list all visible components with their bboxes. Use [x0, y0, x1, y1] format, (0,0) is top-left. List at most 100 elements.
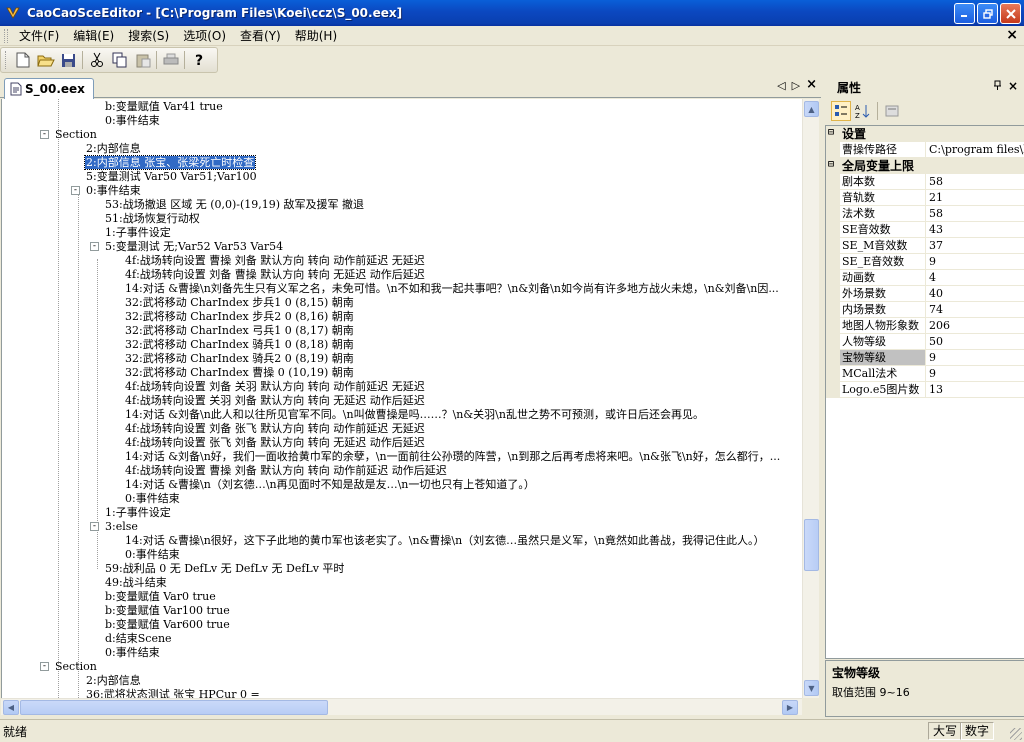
property-value[interactable]: 74	[926, 302, 1024, 318]
property-value[interactable]: 9	[926, 254, 1024, 270]
property-row[interactable]: Logo.e5图片数 13	[826, 382, 1024, 398]
tree-node[interactable]: 0:事件结束	[104, 114, 161, 128]
tree-node[interactable]: 32:武将移动 CharIndex 骑兵2 0 (8,19) 朝南	[124, 352, 355, 366]
menu-view[interactable]: 查看(Y)	[233, 27, 288, 45]
tree-node[interactable]: 5:变量测试 Var50 Var51;Var100	[85, 170, 258, 184]
categorized-view-icon[interactable]	[831, 101, 851, 121]
tree-node[interactable]: 14:对话 &曹操\n刘备先生只有义军之名，未免可惜。\n不如和我一起共事吧？\…	[124, 282, 780, 296]
tree-node[interactable]: - Section	[40, 660, 98, 674]
property-row[interactable]: 人物等级 50	[826, 334, 1024, 350]
property-value[interactable]: 4	[926, 270, 1024, 286]
tab-scroll-right-icon[interactable]: ▷	[792, 79, 800, 92]
property-category[interactable]: ⊟ 全局变量上限	[826, 158, 1024, 174]
property-value[interactable]: 21	[926, 190, 1024, 206]
property-category[interactable]: ⊟ 设置	[826, 126, 1024, 142]
pin-icon[interactable]	[993, 80, 1002, 93]
restore-button[interactable]	[977, 3, 998, 24]
mdi-close-icon[interactable]: ×	[1006, 27, 1018, 43]
cut-icon[interactable]	[85, 49, 108, 71]
tree-node[interactable]: 32:武将移动 CharIndex 步兵1 0 (8,15) 朝南	[124, 296, 355, 310]
tree-vertical-scrollbar[interactable]: ▲ ▼	[802, 99, 819, 698]
tree-node[interactable]: 32:武将移动 CharIndex 步兵2 0 (8,16) 朝南	[124, 310, 355, 324]
tree-node[interactable]: -0:事件结束	[71, 184, 142, 198]
vertical-scroll-thumb[interactable]	[804, 519, 819, 571]
category-collapse-icon[interactable]: ⊟	[828, 128, 837, 138]
tree-node[interactable]: 14:对话 &曹操\n很好，这下子此地的黄巾军也该老实了。\n&曹操\n（刘玄德…	[124, 534, 765, 548]
horizontal-scroll-thumb[interactable]	[20, 700, 328, 715]
tree-node[interactable]: 0:事件结束	[124, 548, 181, 562]
property-value[interactable]: 58	[926, 174, 1024, 190]
property-row[interactable]: MCall法术 9	[826, 366, 1024, 382]
property-row[interactable]: 地图人物形象数 206	[826, 318, 1024, 334]
property-value[interactable]: 58	[926, 206, 1024, 222]
tree-node[interactable]: 14:对话 &刘备\n好，我们一面收拾黄巾军的余孽，\n一面前往公孙瓒的阵营，\…	[124, 450, 781, 464]
property-row[interactable]: 内场景数 74	[826, 302, 1024, 318]
property-value[interactable]: 50	[926, 334, 1024, 350]
new-file-icon[interactable]	[11, 49, 34, 71]
property-value[interactable]: 43	[926, 222, 1024, 238]
property-row[interactable]: 音轨数 21	[826, 190, 1024, 206]
tree-node[interactable]: 1:子事件设定	[104, 506, 172, 520]
property-row[interactable]: 动画数 4	[826, 270, 1024, 286]
property-value[interactable]: 40	[926, 286, 1024, 302]
tree-node[interactable]: 4f:战场转向设置 关羽 刘备 默认方向 转向 无延迟 动作后延迟	[124, 394, 426, 408]
tree-expander-icon[interactable]: -	[40, 130, 49, 139]
tree-node[interactable]: 51:战场恢复行动权	[104, 212, 201, 226]
property-row[interactable]: 法术数 58	[826, 206, 1024, 222]
scroll-down-arrow-icon[interactable]: ▼	[804, 680, 819, 696]
menu-options[interactable]: 选项(O)	[176, 27, 233, 45]
tree-node[interactable]: b:变量赋值 Var0 true	[104, 590, 217, 604]
tree-node[interactable]: - Section	[40, 128, 98, 142]
menu-file[interactable]: 文件(F)	[12, 27, 66, 45]
tree-node[interactable]: 14:对话 &曹操\n（刘玄德…\n再见面时不知是敌是友…\n一切也只有上苍知道…	[124, 478, 536, 492]
tree-node[interactable]: b:变量赋值 Var41 true	[104, 100, 224, 114]
property-value[interactable]: 9	[926, 366, 1024, 382]
tree-horizontal-scrollbar[interactable]: ◀ ▶	[1, 698, 802, 715]
property-row[interactable]: 剧本数 58	[826, 174, 1024, 190]
scroll-right-arrow-icon[interactable]: ▶	[782, 700, 798, 715]
tree-node[interactable]: 14:对话 &刘备\n此人和以往所见官军不同。\n叫做曹操是吗……？\n&关羽\…	[124, 408, 705, 422]
resize-grip[interactable]	[1010, 728, 1022, 740]
tab-s00-eex[interactable]: S_00.eex	[4, 78, 94, 99]
panel-close-icon[interactable]: ×	[1008, 79, 1018, 93]
tree-node[interactable]: 53:战场撤退 区域 无 (0,0)-(19,19) 敌军及援军 撤退	[104, 198, 365, 212]
tree-node-selected[interactable]: 2:内部信息 张宝、张梁死亡时检查	[83, 155, 257, 170]
tree-node[interactable]: 4f:战场转向设置 曹操 刘备 默认方向 转向 动作前延迟 动作后延迟	[124, 464, 448, 478]
property-value[interactable]: C:\program files\koei	[926, 142, 1024, 158]
minimize-button[interactable]	[954, 3, 975, 24]
tree-node[interactable]: 4f:战场转向设置 刘备 关羽 默认方向 转向 动作前延迟 无延迟	[124, 380, 426, 394]
close-window-button[interactable]	[1000, 3, 1021, 24]
tree-node[interactable]: 0:事件结束	[104, 646, 161, 660]
tree-node[interactable]: 36:武将状态测试 张宝 HPCur 0 =	[85, 688, 261, 698]
tree-expander-icon[interactable]: -	[90, 522, 99, 531]
tree-node[interactable]: 49:战斗结束	[104, 576, 168, 590]
tab-close-icon[interactable]: ×	[806, 78, 817, 92]
help-icon[interactable]: ?	[187, 49, 210, 71]
property-row[interactable]: SE_M音效数 37	[826, 238, 1024, 254]
property-value[interactable]: 9	[926, 350, 1024, 366]
property-row[interactable]: SE音效数 43	[826, 222, 1024, 238]
tree-node[interactable]: 32:武将移动 CharIndex 骑兵1 0 (8,18) 朝南	[124, 338, 355, 352]
menu-search[interactable]: 搜索(S)	[121, 27, 176, 45]
tree-expander-icon[interactable]: -	[90, 242, 99, 251]
property-value[interactable]: 13	[926, 382, 1024, 398]
property-row[interactable]: 外场景数 40	[826, 286, 1024, 302]
property-row[interactable]: SE_E音效数 9	[826, 254, 1024, 270]
open-folder-icon[interactable]	[34, 49, 57, 71]
tree-node[interactable]: b:变量赋值 Var600 true	[104, 618, 231, 632]
property-row[interactable]: 曹操传路径C:\program files\koei	[826, 142, 1024, 158]
tree-node[interactable]: 2:内部信息	[85, 674, 142, 688]
alphabetical-sort-icon[interactable]: AZ	[853, 101, 873, 121]
scroll-left-arrow-icon[interactable]: ◀	[3, 700, 19, 715]
tree-node[interactable]: 1:子事件设定	[104, 226, 172, 240]
menu-edit[interactable]: 编辑(E)	[66, 27, 121, 45]
save-icon[interactable]	[57, 49, 80, 71]
tree-node[interactable]: -5:变量测试 无;Var52 Var53 Var54	[90, 240, 284, 254]
toolbar-grip[interactable]	[5, 51, 8, 69]
tree-expander-icon[interactable]: -	[71, 186, 80, 195]
tree-node[interactable]: d:结束Scene	[104, 632, 173, 646]
menu-help[interactable]: 帮助(H)	[288, 27, 344, 45]
tree-node[interactable]: 4f:战场转向设置 刘备 张飞 默认方向 转向 动作前延迟 无延迟	[124, 422, 426, 436]
menubar-grip[interactable]	[4, 28, 8, 43]
tree-node[interactable]: b:变量赋值 Var100 true	[104, 604, 231, 618]
